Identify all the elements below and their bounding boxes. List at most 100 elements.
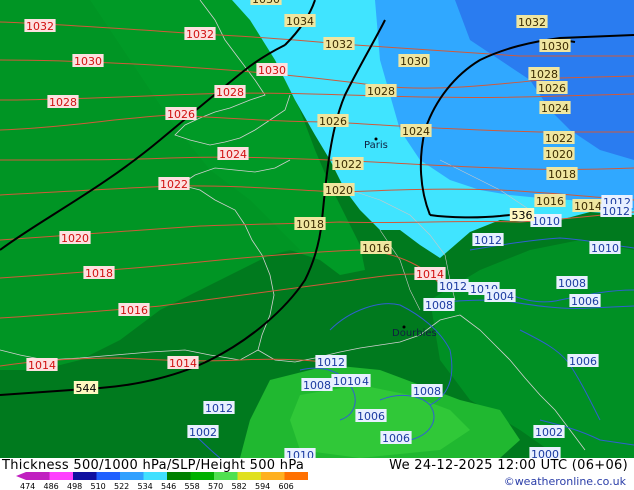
isobar-label-orange: 1016 [360,241,392,255]
svg-text:1030: 1030 [74,55,102,68]
svg-text:1032: 1032 [325,38,353,51]
isobar-label-blue: 1008 [423,298,455,312]
scale-swatch [237,472,261,480]
isobar-label-blue: 1000 [529,447,561,458]
svg-text:1006: 1006 [571,295,599,308]
svg-text:1008: 1008 [303,379,331,392]
scale-tick-label: 558 [185,482,200,490]
svg-text:1010: 1010 [333,375,361,388]
isobar-label-red: 1028 [47,95,79,109]
isobar-label-red: 1026 [165,107,197,121]
weather-map: 1032 1032 1030 1030 1028 1028 1026 1024 1022 1020… [0,0,634,458]
svg-text:1020: 1020 [61,232,89,245]
isobar-label-orange: 1014 [572,199,604,213]
svg-text:1002: 1002 [535,426,563,439]
svg-text:1024: 1024 [402,125,430,138]
svg-text:1026: 1026 [538,82,566,95]
isobar-label-blue: 1006 [567,354,599,368]
svg-text:1020: 1020 [325,184,353,197]
svg-text:1024: 1024 [219,148,247,161]
isobar-label-blue: 1010 [284,448,316,458]
isobar-label-red: 1032 [24,19,56,33]
svg-text:1006: 1006 [357,410,385,423]
svg-text:1026: 1026 [167,108,195,121]
isobar-label-orange: 1030 [539,39,571,53]
isobar-label-orange: 1020 [543,147,575,161]
scale-swatch [190,472,214,480]
scale-tick-label: 486 [44,482,59,490]
isobar-label-red: 1016 [118,303,150,317]
svg-text:1024: 1024 [541,102,569,115]
scale-swatch [73,472,97,480]
isobar-label-orange: 1024 [539,101,571,115]
scale-tick-label: 570 [208,482,223,490]
svg-text:1018: 1018 [85,267,113,280]
map-title: Thickness 500/1000 hPa/SLP/Height 500 hP… [2,458,305,473]
scale-swatch [284,472,308,480]
isobar-label-red: 1014 [167,356,199,370]
isobar-label-red: 1018 [83,266,115,280]
isobar-label-orange: 1020 [323,183,355,197]
height-label: 536 [509,208,535,222]
svg-text:544: 544 [76,382,97,395]
isobar-label-blue: 1012 [600,204,632,218]
svg-text:1010: 1010 [532,215,560,228]
place-label: Paris [364,140,388,151]
svg-text:1030: 1030 [252,0,280,6]
isobar-label-red: 1032 [184,27,216,41]
svg-text:1014: 1014 [574,200,602,213]
scale-tick-label: 546 [161,482,176,490]
isobar-label-blue: 1002 [187,425,219,439]
isobar-label-blue: 1002 [533,425,565,439]
isobar-label-blue: 1010 [589,241,621,255]
isobar-label-blue: 1006 [569,294,601,308]
svg-text:1006: 1006 [382,432,410,445]
isobar-label-red: 1028 [214,85,246,99]
place-marker [374,137,378,141]
svg-text:1012: 1012 [602,205,630,218]
svg-text:1032: 1032 [26,20,54,33]
svg-text:1030: 1030 [258,64,286,77]
scale-swatch [96,472,120,480]
svg-text:1008: 1008 [425,299,453,312]
isobar-label-orange: 1030 [398,54,430,68]
isobar-label-orange: 1032 [323,37,355,51]
svg-text:1012: 1012 [317,356,345,369]
isobar-label-orange: 1018 [546,167,578,181]
svg-text:1016: 1016 [362,242,390,255]
svg-text:1012: 1012 [205,402,233,415]
scale-swatch [26,472,50,480]
svg-text:1028: 1028 [216,86,244,99]
isobar-label-blue: 1006 [355,409,387,423]
isobar-label-orange: 1026 [317,114,349,128]
svg-text:1028: 1028 [367,85,395,98]
svg-text:1022: 1022 [545,132,573,145]
svg-text:1034: 1034 [286,15,314,28]
svg-text:1032: 1032 [186,28,214,41]
isobar-label-orange: 1026 [536,81,568,95]
isobar-label-orange: 1030 [250,0,282,6]
svg-text:1026: 1026 [319,115,347,128]
svg-text:536: 536 [512,209,533,222]
isobar-label-orange: 1016 [534,194,566,208]
isobar-label-orange: 1022 [332,157,364,171]
scale-tick-label: 498 [67,482,82,490]
scale-swatch [167,472,191,480]
svg-text:1030: 1030 [541,40,569,53]
isobar-label-red: 1030 [72,54,104,68]
isobar-label-orange: 1032 [516,15,548,29]
thickness-color-scale: 474 486 498 510 522 534 546 558 570 582 594 606 [16,472,308,490]
credit-link[interactable]: ©weatheronline.co.uk [504,475,626,488]
svg-text:1016: 1016 [536,195,564,208]
svg-text:1012: 1012 [474,234,502,247]
isobar-label-red: 1020 [59,231,91,245]
isobar-label-blue: 1004 [484,289,516,303]
isobar-label-orange: 1028 [528,67,560,81]
footer-bar: Thickness 500/1000 hPa/SLP/Height 500 hP… [0,458,634,490]
svg-text:1016: 1016 [120,304,148,317]
scale-swatch [49,472,73,480]
place-label: Dourbies [392,328,437,339]
scale-swatch [214,472,238,480]
isobar-label-blue: 1010 [331,374,363,388]
svg-text:1022: 1022 [334,158,362,171]
